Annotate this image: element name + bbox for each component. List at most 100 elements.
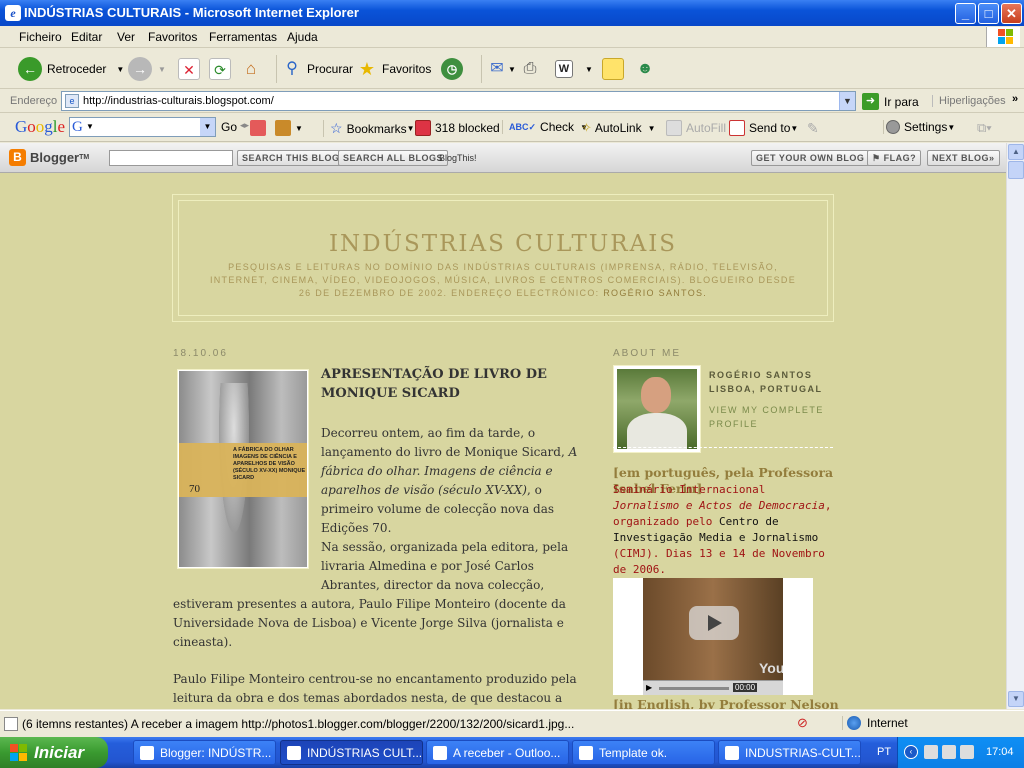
settings-button[interactable]: Settings ▼ <box>883 120 955 134</box>
spellcheck-button[interactable]: ABC✓ Check ▼ <box>502 120 588 134</box>
arrows-icon[interactable]: ◂▸ <box>240 120 249 131</box>
home-button[interactable]: ⌂ <box>240 55 262 83</box>
menu-ficheiro[interactable]: Ficheiro <box>19 30 62 44</box>
chevron-down-icon[interactable]: ▼ <box>295 124 303 133</box>
popup-blocker-button[interactable]: 318 blocked <box>415 120 500 136</box>
chevron-down-icon[interactable]: ▼ <box>116 65 124 74</box>
tray-volume-icon[interactable] <box>960 745 974 759</box>
google-logo[interactable]: Google <box>15 117 65 137</box>
sendto-button[interactable]: Send to ▼ <box>729 120 798 136</box>
links-toolbar[interactable]: Hiperligações <box>932 95 1006 107</box>
youtube-video-player[interactable]: YouTube ▶ 00:00 <box>613 578 813 695</box>
go-button[interactable]: ➜ Ir para <box>862 93 919 110</box>
blog-title[interactable]: INDÚSTRIAS CULTURAIS <box>179 231 827 257</box>
title-bar: e INDÚSTRIAS CULTURAIS - Microsoft Inter… <box>0 0 1024 26</box>
task-word[interactable]: INDUSTRIAS-CULT... <box>718 740 861 765</box>
pagerank-button[interactable] <box>250 120 270 136</box>
chevron-down-icon[interactable]: ▼ <box>158 65 166 74</box>
search-this-blog-button[interactable]: SEARCH THIS BLOG <box>237 150 345 166</box>
task-template[interactable]: Template ok. <box>572 740 715 765</box>
bookmarks-label: Bookmarks <box>346 121 407 136</box>
messenger-button[interactable]: ☻ <box>634 55 656 83</box>
chevron-down-icon[interactable]: ▼ <box>947 123 955 132</box>
menu-ferramentas[interactable]: Ferramentas <box>209 30 277 44</box>
chevron-down-icon[interactable]: ▼ <box>839 92 855 110</box>
chevron-down-icon[interactable]: ▼ <box>585 65 593 74</box>
sidebar-seminar-text: Seminário Internacional Jornalismo e Act… <box>613 483 832 576</box>
play-icon[interactable] <box>689 606 739 640</box>
video-controls[interactable]: ▶ 00:00 <box>643 680 783 695</box>
blogger-navbar: B Blogger TM SEARCH THIS BLOG SEARCH ALL … <box>0 143 1006 173</box>
view-profile-link[interactable]: VIEW MY COMPLETE PROFILE <box>709 403 829 431</box>
blogthis-link[interactable]: BlogThis! <box>439 153 477 163</box>
vertical-scrollbar[interactable]: ▲ ▼ <box>1006 143 1024 709</box>
task-outlook[interactable]: A receber - Outloo... <box>426 740 569 765</box>
scroll-down-icon[interactable]: ▼ <box>1008 691 1024 707</box>
address-url[interactable]: http://industrias-culturais.blogspot.com… <box>83 95 274 107</box>
get-own-blog-button[interactable]: GET YOUR OWN BLOG <box>751 150 870 166</box>
autolink-button[interactable]: ✧ AutoLink ▼ <box>581 120 656 136</box>
start-button[interactable]: Iniciar <box>0 737 108 768</box>
chevron-down-icon[interactable]: ▼ <box>86 122 94 131</box>
menu-ajuda[interactable]: Ajuda <box>287 30 318 44</box>
stop-button[interactable]: ✕ <box>178 55 200 83</box>
post-date: 18.10.06 <box>173 348 228 359</box>
search-button[interactable]: ⚲ Procurar <box>276 55 353 83</box>
chevron-right-icon[interactable]: » <box>1012 93 1018 105</box>
forward-button[interactable]: → ▼ <box>128 55 166 83</box>
blogger-logo[interactable]: B Blogger TM <box>9 149 89 166</box>
google-go-button[interactable]: Go <box>221 120 237 134</box>
tray-expand-icon[interactable]: ‹ <box>904 745 918 759</box>
clock[interactable]: 17:04 <box>986 746 1014 758</box>
menu-favoritos[interactable]: Favoritos <box>148 30 197 44</box>
tray-display-icon[interactable] <box>942 745 956 759</box>
blog-search-input[interactable] <box>109 150 233 166</box>
print-button[interactable]: ⎙ <box>519 55 541 83</box>
autofill-button[interactable]: AutoFill <box>666 120 726 136</box>
chevron-down-icon[interactable]: ▼ <box>508 65 516 74</box>
system-tray: ‹ 17:04 <box>897 737 1024 768</box>
chevron-down-icon[interactable]: ▼ <box>648 124 656 133</box>
bookmarks-button[interactable]: ☆ Bookmarks ▼ <box>323 120 415 137</box>
tray-network-icon[interactable] <box>924 745 938 759</box>
favorites-button[interactable]: ★ Favoritos <box>356 55 431 83</box>
chevron-down-icon[interactable]: ▼ <box>407 124 415 133</box>
author-email-link[interactable]: ROGÉRIO SANTOS. <box>603 288 707 298</box>
menu-editar[interactable]: Editar <box>71 30 102 44</box>
check-label: Check <box>540 120 575 134</box>
search-all-blogs-button[interactable]: SEARCH ALL BLOGS <box>338 150 449 166</box>
popup-blocker-icon[interactable]: ⊘ <box>797 715 808 731</box>
close-button[interactable]: ✕ <box>1001 3 1022 24</box>
extension-icon[interactable]: ⧉▾ <box>977 120 992 136</box>
address-input[interactable]: e http://industrias-culturais.blogspot.c… <box>61 91 856 111</box>
post-title[interactable]: APRESENTAÇÃO DE LIVRO DE MONIQUE SICARD <box>321 365 581 403</box>
refresh-button[interactable]: ⟳ <box>209 55 231 83</box>
play-small-icon[interactable]: ▶ <box>646 683 652 692</box>
settings-icon <box>886 120 900 134</box>
mail-button[interactable]: ✉ ▼ <box>481 55 516 83</box>
language-indicator[interactable]: PT <box>877 746 891 758</box>
highlight-icon[interactable]: ✎ <box>807 120 819 137</box>
flag-button[interactable]: ⚑ FLAG? <box>867 150 922 166</box>
next-blog-button[interactable]: NEXT BLOG» <box>927 150 1000 166</box>
back-button[interactable]: ← Retroceder ▼ <box>18 55 124 83</box>
scroll-up-icon[interactable]: ▲ <box>1008 144 1024 160</box>
discuss-button[interactable] <box>602 55 624 83</box>
chevron-down-icon[interactable]: ▼ <box>200 118 215 136</box>
history-button[interactable]: ◷ <box>441 55 463 83</box>
menu-ver[interactable]: Ver <box>117 30 135 44</box>
edit-button[interactable]: W ▼ <box>555 55 593 83</box>
word-icon: W <box>555 60 573 78</box>
video-progress[interactable] <box>659 687 729 690</box>
google-search-input[interactable]: G ▼ ▼ <box>69 117 216 137</box>
news-button[interactable]: ▼ <box>275 120 303 136</box>
task-industrias-ie[interactable]: INDÚSTRIAS CULT... <box>280 740 423 765</box>
note-icon <box>602 58 624 80</box>
profile-photo[interactable] <box>613 365 701 453</box>
task-blogger[interactable]: Blogger: INDÚSTR... <box>133 740 276 765</box>
minimize-button[interactable]: _ <box>955 3 976 24</box>
chevron-down-icon[interactable]: ▼ <box>790 124 798 133</box>
scroll-thumb[interactable] <box>1008 161 1024 179</box>
maximize-button[interactable]: □ <box>978 3 999 24</box>
address-bar: Endereço e http://industrias-culturais.b… <box>0 90 1024 113</box>
